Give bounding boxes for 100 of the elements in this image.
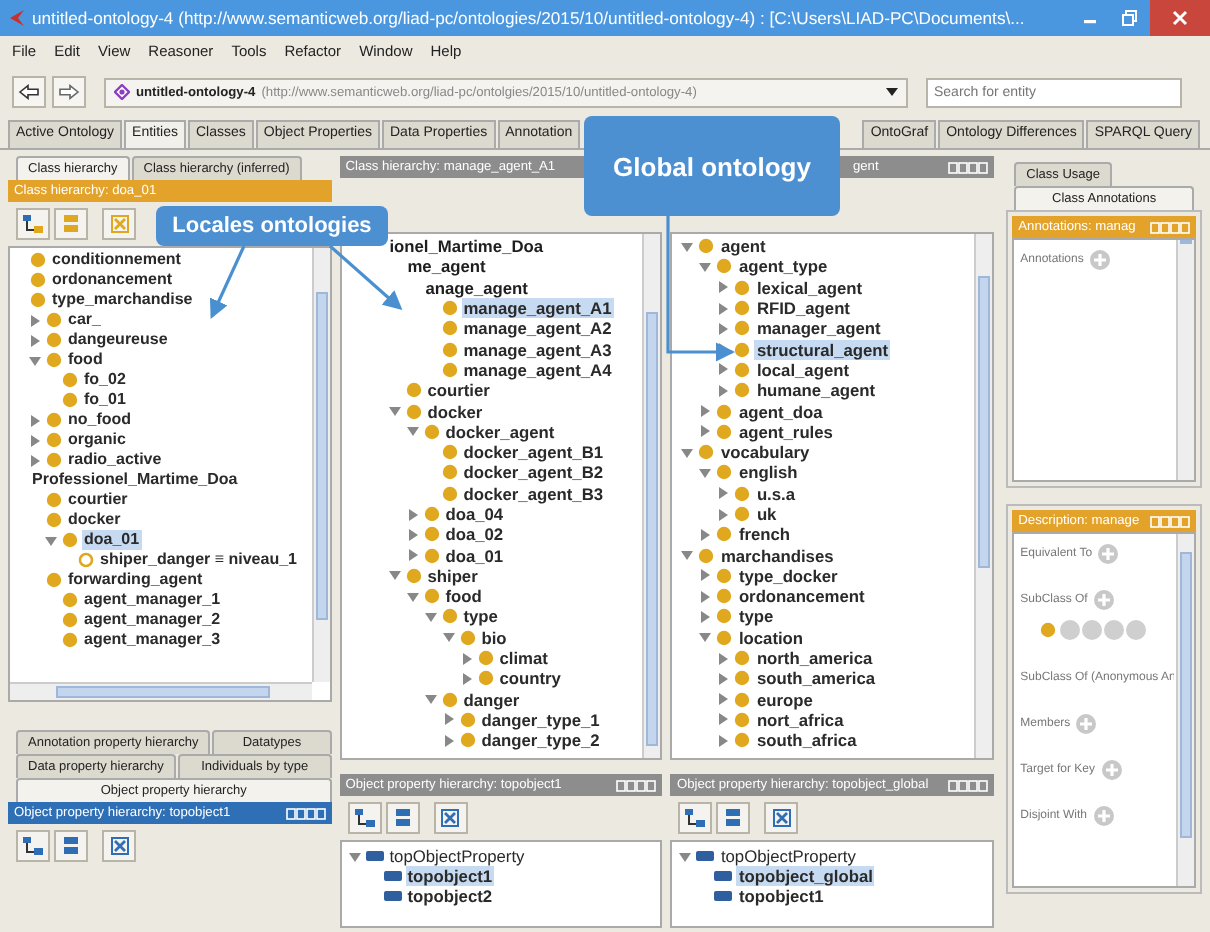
tree-item[interactable]: english — [736, 462, 800, 483]
tree-item[interactable]: manage_agent_A2 — [461, 318, 614, 339]
expand-arrow-icon[interactable] — [678, 849, 693, 863]
tree-item[interactable]: agent_rules — [736, 421, 835, 442]
tree-item[interactable]: type_docker — [736, 565, 840, 586]
collapse-arrow-icon[interactable] — [441, 733, 456, 748]
tree-item[interactable]: agent — [718, 236, 768, 257]
expand-arrow-icon[interactable] — [680, 445, 695, 460]
tree-item[interactable]: bio — [479, 627, 509, 648]
tree-item[interactable]: conditionnement — [50, 250, 183, 270]
tree-item[interactable]: u.s.a — [754, 483, 798, 504]
view-controls-icon[interactable] — [948, 161, 989, 173]
expand-arrow-icon[interactable] — [423, 692, 438, 707]
add-subproperty-button[interactable] — [678, 802, 713, 834]
add-subclass-button[interactable] — [16, 208, 50, 240]
back-button[interactable] — [12, 76, 46, 108]
add-subproperty-button[interactable] — [347, 802, 382, 834]
expand-arrow-icon[interactable] — [698, 259, 713, 274]
add-subproperty-button[interactable] — [16, 830, 50, 862]
collapse-arrow-icon[interactable] — [698, 527, 713, 542]
tree-item[interactable]: doa_01 — [443, 545, 506, 566]
collapse-arrow-icon[interactable] — [698, 404, 713, 419]
tree-item[interactable]: manage_agent_A3 — [461, 339, 614, 360]
collapse-arrow-icon[interactable] — [698, 609, 713, 624]
tree-item[interactable]: doa_02 — [443, 524, 506, 545]
tree-item[interactable]: docker — [425, 401, 485, 422]
expand-arrow-icon[interactable] — [423, 609, 438, 624]
tree-item[interactable]: fo_01 — [82, 390, 128, 410]
tree-item[interactable]: doa_04 — [443, 504, 506, 524]
tree-item[interactable]: anage_agent — [423, 277, 530, 298]
collapse-arrow-icon[interactable] — [28, 433, 42, 447]
tree-item[interactable]: type_marchandise — [50, 290, 195, 310]
tree-item[interactable]: forwarding_agent — [66, 570, 205, 590]
tree-item[interactable]: location — [736, 627, 806, 648]
tree-item[interactable]: food — [66, 350, 105, 370]
tree-item[interactable]: manager_agent — [754, 318, 883, 339]
tree-item[interactable]: french — [736, 524, 793, 545]
collapse-arrow-icon[interactable] — [28, 333, 42, 347]
tree-item[interactable]: humane_agent — [754, 380, 878, 401]
expand-arrow-icon[interactable] — [28, 353, 42, 367]
tree-item[interactable]: type — [736, 606, 776, 627]
tree-item[interactable]: RFID_agent — [754, 298, 852, 319]
collapse-arrow-icon[interactable] — [716, 712, 731, 727]
scrollbar[interactable] — [1175, 534, 1194, 886]
scrollbar[interactable] — [974, 234, 993, 758]
tree-item[interactable]: agent_manager_1 — [82, 590, 223, 610]
tree-item[interactable]: south_africa — [754, 730, 859, 751]
tree-item[interactable]: topobject1 — [736, 886, 826, 906]
expand-arrow-icon[interactable] — [680, 239, 695, 254]
tree-item[interactable]: topObjectProperty — [718, 846, 858, 866]
tree-item[interactable]: ionel_Martime_Doa — [387, 236, 546, 257]
tree-item[interactable]: courtier — [425, 380, 492, 401]
collapse-arrow-icon[interactable] — [459, 651, 474, 666]
add-sibling-button[interactable] — [54, 830, 88, 862]
tree-item[interactable]: type — [461, 606, 500, 627]
collapse-arrow-icon[interactable] — [405, 527, 420, 542]
horizontal-scrollbar[interactable] — [10, 682, 312, 700]
add-sibling-button[interactable] — [716, 802, 751, 834]
forward-button[interactable] — [52, 76, 86, 108]
close-button[interactable] — [1150, 0, 1210, 36]
tree-item[interactable]: fo_02 — [82, 370, 128, 390]
scrollbar[interactable] — [1175, 240, 1194, 480]
tree-item[interactable]: topobject1 — [405, 866, 495, 886]
tree-item[interactable]: danger — [461, 689, 522, 710]
collapse-arrow-icon[interactable] — [716, 362, 731, 377]
tree-item[interactable]: courtier — [66, 490, 130, 510]
collapse-arrow-icon[interactable] — [716, 383, 731, 398]
tree-item[interactable]: europe — [754, 689, 815, 710]
tree-item[interactable]: agent_manager_3 — [82, 630, 223, 650]
tree-item[interactable]: danger_type_1 — [479, 709, 602, 730]
tree-item[interactable]: south_america — [754, 668, 878, 689]
view-controls-icon[interactable] — [1149, 221, 1190, 233]
collapse-arrow-icon[interactable] — [28, 453, 42, 467]
expand-arrow-icon[interactable] — [387, 404, 402, 419]
delete-button[interactable] — [102, 208, 136, 240]
collapse-arrow-icon[interactable] — [28, 413, 42, 427]
tree-item[interactable]: car_ — [66, 310, 103, 330]
tree-item[interactable]: agent_type — [736, 256, 830, 277]
view-controls-icon[interactable] — [948, 779, 989, 791]
tree-item[interactable]: ordonancement — [50, 270, 175, 290]
collapse-arrow-icon[interactable] — [441, 712, 456, 727]
tree-item[interactable]: me_agent — [405, 256, 488, 277]
tree-item[interactable]: climat — [497, 648, 550, 669]
expand-arrow-icon[interactable] — [698, 630, 713, 645]
view-controls-icon[interactable] — [285, 807, 326, 819]
tree-item[interactable]: manage_agent_A4 — [461, 359, 614, 380]
view-controls-icon[interactable] — [1149, 515, 1190, 527]
collapse-arrow-icon[interactable] — [405, 548, 420, 563]
tree-item[interactable]: shiper_danger ≡ niveau_1 — [98, 550, 299, 570]
tree-item[interactable]: agent_manager_2 — [82, 610, 223, 630]
scrollbar[interactable] — [311, 248, 330, 682]
delete-button[interactable] — [102, 830, 136, 862]
expand-arrow-icon[interactable] — [387, 568, 402, 583]
expand-arrow-icon[interactable] — [405, 424, 420, 439]
scrollbar[interactable] — [642, 234, 661, 758]
expand-arrow-icon[interactable] — [698, 465, 713, 480]
tree-item[interactable]: dangeureuse — [66, 330, 170, 350]
tree-item[interactable]: topobject2 — [405, 886, 495, 906]
collapse-arrow-icon[interactable] — [716, 733, 731, 748]
collapse-arrow-icon[interactable] — [405, 507, 420, 521]
